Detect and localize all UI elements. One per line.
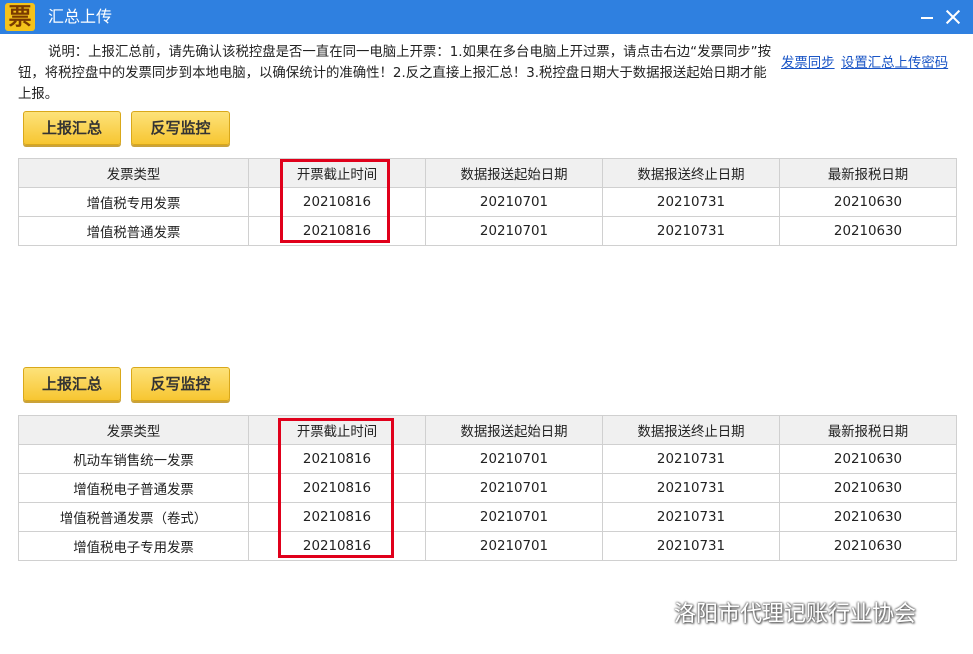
cell-end-date: 20210731 <box>602 444 780 474</box>
cell-latest-tax-date: 20210630 <box>779 502 957 532</box>
report-summary-button-1[interactable]: 上报汇总 <box>23 111 121 145</box>
summary-upload-window: 票 汇总上传 说明：上报汇总前，请先确认该税控盘是否一直在同一电脑上开票：1.如… <box>0 0 973 654</box>
invoice-table-1: 发票类型 开票截止时间 数据报送起始日期 数据报送终止日期 最新报税日期 增值税… <box>18 158 957 246</box>
cell-invoice-type: 增值税电子普通发票 <box>18 473 249 503</box>
cell-start-date: 20210701 <box>425 187 603 217</box>
table-row[interactable]: 增值税专用发票 20210816 20210701 20210731 20210… <box>18 187 957 217</box>
cell-invoice-type: 增值税电子专用发票 <box>18 531 249 561</box>
header-end-date: 数据报送终止日期 <box>602 415 780 445</box>
table-header-row: 发票类型 开票截止时间 数据报送起始日期 数据报送终止日期 最新报税日期 <box>18 158 957 188</box>
table-row[interactable]: 增值税电子专用发票 20210816 20210701 20210731 202… <box>18 531 957 561</box>
deadline-highlight-box-1 <box>280 159 390 243</box>
minimize-button[interactable] <box>914 4 940 30</box>
writeback-monitor-button-2[interactable]: 反写监控 <box>131 367 230 401</box>
set-upload-password-link[interactable]: 设置汇总上传密码 <box>841 51 948 71</box>
watermark-text: 洛阳市代理记账行业协会 <box>674 602 917 627</box>
cell-end-date: 20210731 <box>602 531 780 561</box>
table-row[interactable]: 机动车销售统一发票 20210816 20210701 20210731 202… <box>18 444 957 474</box>
cell-start-date: 20210701 <box>425 216 603 246</box>
cell-start-date: 20210701 <box>425 444 603 474</box>
writeback-monitor-button-1[interactable]: 反写监控 <box>131 111 230 145</box>
cell-end-date: 20210731 <box>602 473 780 503</box>
table-header-row: 发票类型 开票截止时间 数据报送起始日期 数据报送终止日期 最新报税日期 <box>18 415 957 445</box>
header-latest-tax-date: 最新报税日期 <box>779 158 957 188</box>
header-start-date: 数据报送起始日期 <box>425 158 603 188</box>
cell-invoice-type: 机动车销售统一发票 <box>18 444 249 474</box>
instructions-text: 说明：上报汇总前，请先确认该税控盘是否一直在同一电脑上开票：1.如果在多台电脑上… <box>18 45 771 102</box>
header-end-date: 数据报送终止日期 <box>602 158 780 188</box>
header-latest-tax-date: 最新报税日期 <box>779 415 957 445</box>
cell-latest-tax-date: 20210630 <box>779 531 957 561</box>
cell-latest-tax-date: 20210630 <box>779 473 957 503</box>
table-row[interactable]: 增值税电子普通发票 20210816 20210701 20210731 202… <box>18 473 957 503</box>
close-button[interactable] <box>940 4 966 30</box>
invoice-table-2: 发票类型 开票截止时间 数据报送起始日期 数据报送终止日期 最新报税日期 机动车… <box>18 415 957 561</box>
watermark: 洛阳市代理记账行业协会 <box>630 596 916 629</box>
cell-start-date: 20210701 <box>425 502 603 532</box>
cell-latest-tax-date: 20210630 <box>779 444 957 474</box>
invoice-app-icon: 票 <box>5 3 35 31</box>
report-summary-button-2[interactable]: 上报汇总 <box>23 367 121 401</box>
table-row[interactable]: 增值税普通发票 20210816 20210701 20210731 20210… <box>18 216 957 246</box>
deadline-highlight-box-2 <box>278 418 394 558</box>
cell-end-date: 20210731 <box>602 502 780 532</box>
cell-invoice-type: 增值税普通发票 <box>18 216 249 246</box>
cell-latest-tax-date: 20210630 <box>779 216 957 246</box>
cell-invoice-type: 增值税专用发票 <box>18 187 249 217</box>
invoice-sync-link[interactable]: 发票同步 <box>781 51 835 71</box>
table-row[interactable]: 增值税普通发票（卷式） 20210816 20210701 20210731 2… <box>18 502 957 532</box>
header-start-date: 数据报送起始日期 <box>425 415 603 445</box>
cell-end-date: 20210731 <box>602 187 780 217</box>
window-title: 汇总上传 <box>48 7 113 26</box>
title-bar: 票 汇总上传 <box>0 0 973 34</box>
header-invoice-type: 发票类型 <box>18 415 249 445</box>
cell-invoice-type: 增值税普通发票（卷式） <box>18 502 249 532</box>
cell-latest-tax-date: 20210630 <box>779 187 957 217</box>
cell-end-date: 20210731 <box>602 216 780 246</box>
header-invoice-type: 发票类型 <box>18 158 249 188</box>
wechat-icon <box>631 602 666 627</box>
cell-start-date: 20210701 <box>425 473 603 503</box>
cell-start-date: 20210701 <box>425 531 603 561</box>
